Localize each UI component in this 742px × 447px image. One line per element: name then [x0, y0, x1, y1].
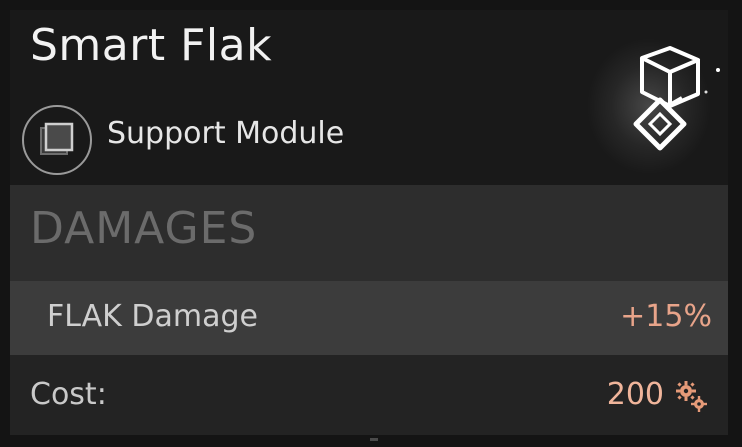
gears-icon [676, 381, 707, 412]
damages-heading: DAMAGES [30, 203, 258, 254]
card-header: Smart Flak Support Module [10, 10, 728, 185]
cube-chip-icon [633, 46, 720, 151]
module-tooltip-card: Smart Flak Support Module DAMAGES FLAK D… [10, 10, 728, 435]
stat-row-flak-damage: FLAK Damage +15% [10, 281, 728, 355]
cost-label: Cost: [30, 377, 107, 412]
module-art [570, 10, 728, 185]
stacked-squares-icon [22, 105, 92, 175]
stat-label: FLAK Damage [47, 299, 258, 334]
damages-section: DAMAGES FLAK Damage +15% Cost: 200 [10, 185, 728, 435]
stat-value: +15% [620, 299, 712, 334]
module-type-label: Support Module [107, 116, 345, 151]
module-title: Smart Flak [30, 20, 273, 71]
divider-mark [370, 438, 378, 441]
cost-row: Cost: 200 [10, 355, 728, 435]
cost-value: 200 [606, 377, 664, 412]
